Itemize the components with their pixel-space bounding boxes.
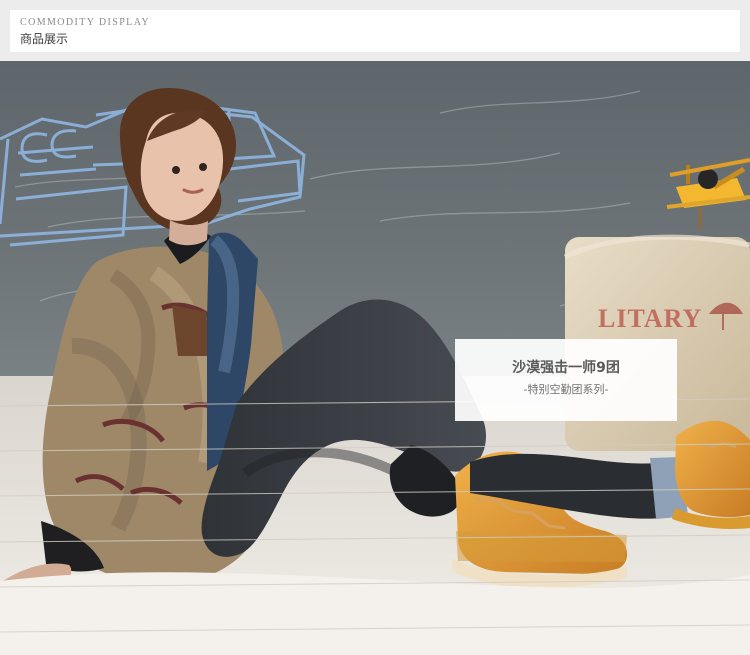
product-caption-box: 沙漠强击一师9团 -特别空勤团系列- <box>455 339 677 421</box>
product-photo-banner: LITARY 沙漠强击一师9团 -特别空勤团系列- <box>0 61 750 655</box>
product-caption-subtitle: -特别空勤团系列- <box>523 383 609 396</box>
pillow-text: LITARY <box>598 304 702 333</box>
commodity-display-english-title: COMMODITY DISPLAY <box>20 17 151 28</box>
commodity-display-chinese-title: 商品展示 <box>20 32 69 46</box>
commodity-display-page: COMMODITY DISPLAY 商品展示 LITARY 沙漠强击一师9团 -… <box>0 0 750 655</box>
commodity-display-header: COMMODITY DISPLAY 商品展示 <box>10 10 740 52</box>
product-caption-title: 沙漠强击一师9团 <box>512 360 620 376</box>
